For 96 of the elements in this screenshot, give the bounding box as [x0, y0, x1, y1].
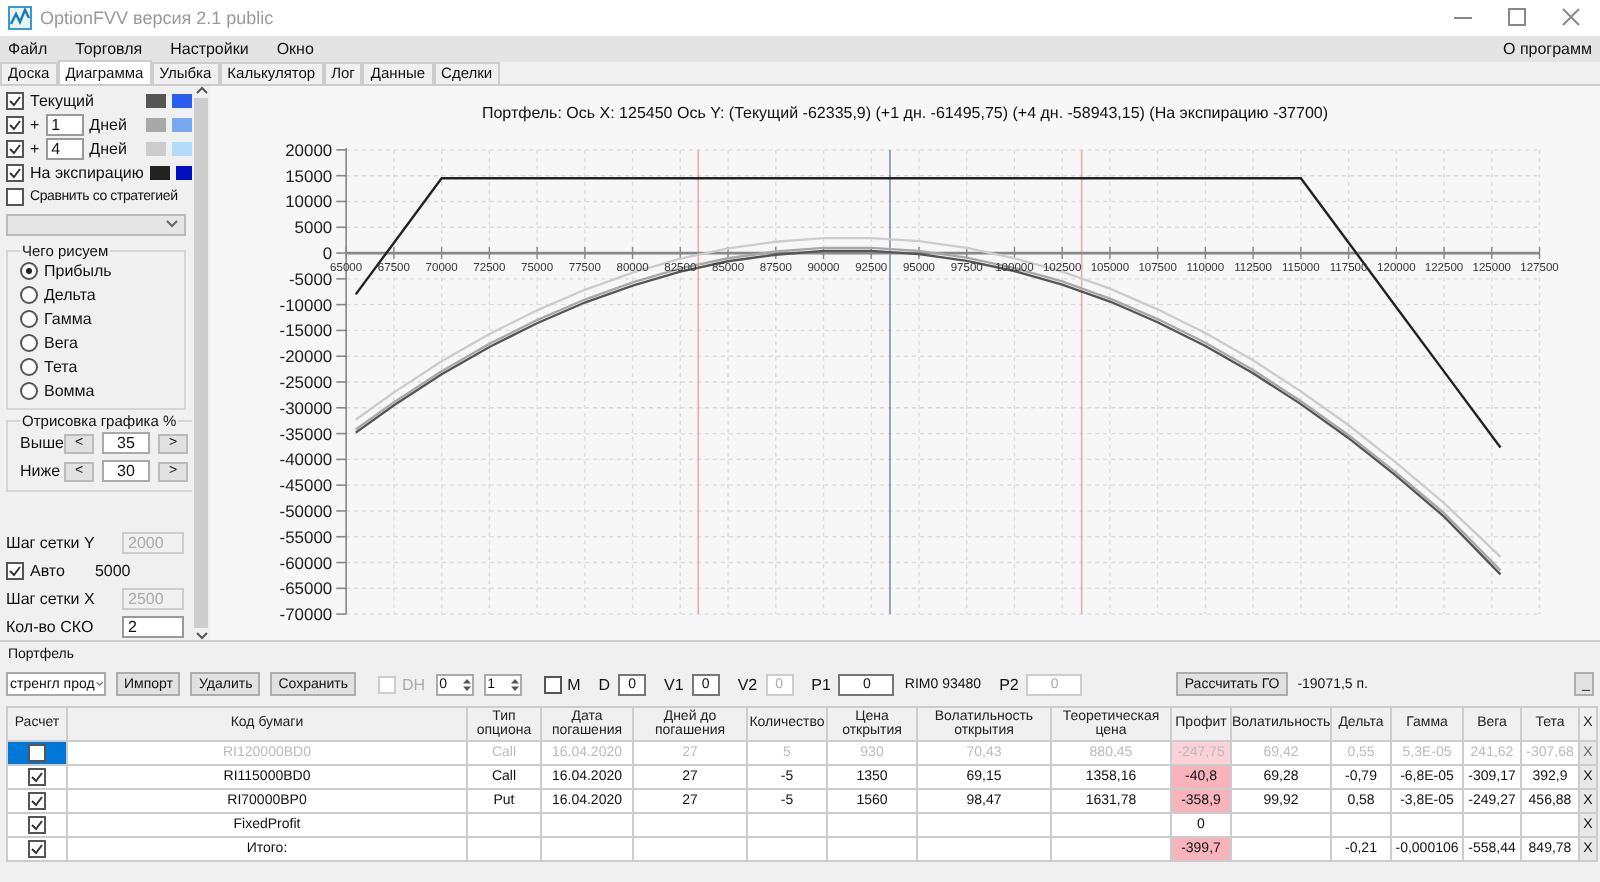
field-label: Кол-во СКО — [6, 617, 94, 636]
scrollbar[interactable] — [192, 85, 210, 640]
field-label: D — [598, 675, 611, 694]
radio-button[interactable] — [20, 334, 38, 353]
checkbox[interactable] — [543, 675, 562, 694]
table-cell[interactable] — [7, 788, 67, 813]
radio-label: Вега — [44, 334, 80, 353]
radio-button[interactable] — [20, 310, 38, 329]
checkbox[interactable] — [6, 187, 24, 206]
radio-button[interactable] — [20, 358, 38, 377]
value-field[interactable]: 35 — [102, 432, 150, 455]
checkbox[interactable] — [6, 561, 24, 580]
plus-label: + — [30, 115, 40, 134]
window-title: OptionFVV версия 2.1 public — [40, 7, 276, 28]
tick-label: -50000 — [279, 500, 333, 521]
input-field[interactable]: 2 — [122, 615, 184, 638]
tick-label: -10000 — [279, 294, 333, 315]
tick-label: -20000 — [279, 345, 333, 366]
spin-arrows-icon[interactable] — [461, 677, 472, 692]
field-label: P1 — [811, 675, 831, 694]
table-cell[interactable] — [7, 764, 67, 789]
color-swatch[interactable] — [172, 117, 192, 132]
field-label: Ниже — [20, 462, 56, 481]
caret-icon — [166, 220, 178, 229]
checkbox-label: Авто — [30, 561, 65, 580]
color-swatch[interactable] — [146, 93, 166, 108]
days-label: Дней — [89, 139, 129, 158]
value-field[interactable]: 30 — [102, 460, 150, 483]
spin-arrows-icon[interactable] — [509, 677, 520, 692]
radio-label: Прибыль — [44, 262, 114, 281]
checkbox[interactable] — [28, 839, 46, 858]
tick-label: -25000 — [279, 371, 333, 392]
series-label: На экспирацию — [30, 163, 144, 182]
scroll-up-icon[interactable] — [195, 85, 207, 94]
tick-label: -55000 — [279, 526, 333, 547]
app-icon — [8, 5, 32, 30]
tick-label: 20000 — [285, 139, 333, 160]
field-label: V2 — [737, 675, 758, 694]
field-label: V1 — [664, 675, 684, 694]
tick-label: -35000 — [279, 423, 333, 444]
radio-label: Гамма — [44, 310, 94, 329]
radio-button[interactable] — [20, 262, 38, 281]
radio-label: Тета — [44, 358, 80, 377]
checkbox[interactable] — [28, 815, 46, 834]
days-label: Дней — [89, 115, 129, 134]
close-icon[interactable] — [1562, 8, 1580, 27]
tick-label: 15000 — [285, 165, 333, 186]
menu-item[interactable]: Файл — [8, 39, 48, 58]
field-label: Шаг сетки X — [6, 589, 95, 608]
tick-label: 0 — [322, 242, 333, 263]
maximize-icon[interactable] — [1508, 8, 1526, 27]
tick-label: -45000 — [279, 474, 333, 495]
table-cell[interactable] — [7, 836, 67, 861]
series-label: Текущий — [30, 91, 96, 110]
radio-button[interactable] — [20, 286, 38, 305]
table-cell[interactable] — [7, 812, 67, 837]
menu-item[interactable]: Окно — [276, 39, 314, 58]
color-swatch[interactable] — [172, 93, 192, 108]
tick-label: 10000 — [285, 191, 333, 212]
checkbox[interactable] — [6, 139, 24, 158]
tick-label: -60000 — [279, 552, 333, 573]
radio-button[interactable] — [20, 382, 38, 401]
menu-item[interactable]: О программ — [1503, 39, 1592, 58]
checkbox[interactable] — [28, 791, 46, 810]
checkbox[interactable] — [6, 163, 24, 182]
caret-icon — [96, 680, 104, 689]
tick-label: -30000 — [279, 397, 333, 418]
menu-item[interactable]: Настройки — [170, 39, 249, 58]
value-label: 5000 — [94, 561, 131, 580]
scroll-thumb[interactable] — [194, 97, 208, 628]
field-label: P2 — [999, 675, 1019, 694]
tick-label: -65000 — [279, 577, 333, 598]
chart-title: Портфель: Ось X: 125450 Ось Y: (Текущий -62335,9) (+1 дн. -61495,75) (+4 дн. -58943,15) (На экспирацию -37700) — [479, 101, 1331, 126]
color-swatch[interactable] — [149, 165, 170, 180]
days-field[interactable]: 4 — [45, 137, 84, 160]
checkbox[interactable] — [6, 115, 24, 134]
tick-label: -70000 — [279, 603, 333, 624]
checkbox[interactable] — [6, 91, 24, 110]
color-swatch[interactable] — [172, 141, 192, 156]
radio-label: Вомма — [44, 382, 97, 401]
tick-label: -40000 — [279, 448, 333, 469]
scroll-down-icon[interactable] — [195, 631, 207, 640]
color-swatch[interactable] — [175, 165, 192, 180]
checkbox-label: DH — [402, 675, 426, 694]
menu-item[interactable]: Торговля — [75, 39, 143, 58]
field-label: Шаг сетки Y — [6, 533, 95, 552]
checkbox-label: M — [567, 675, 581, 694]
color-swatch[interactable] — [146, 141, 166, 156]
tick-label: -15000 — [279, 320, 333, 340]
color-swatch[interactable] — [146, 117, 166, 132]
days-field[interactable]: 1 — [45, 113, 84, 136]
tick-label: 5000 — [294, 216, 333, 237]
radio-label: Дельта — [44, 286, 98, 305]
plus-label: + — [30, 139, 40, 158]
tick-label: -5000 — [289, 268, 333, 289]
checkbox[interactable] — [28, 767, 46, 786]
